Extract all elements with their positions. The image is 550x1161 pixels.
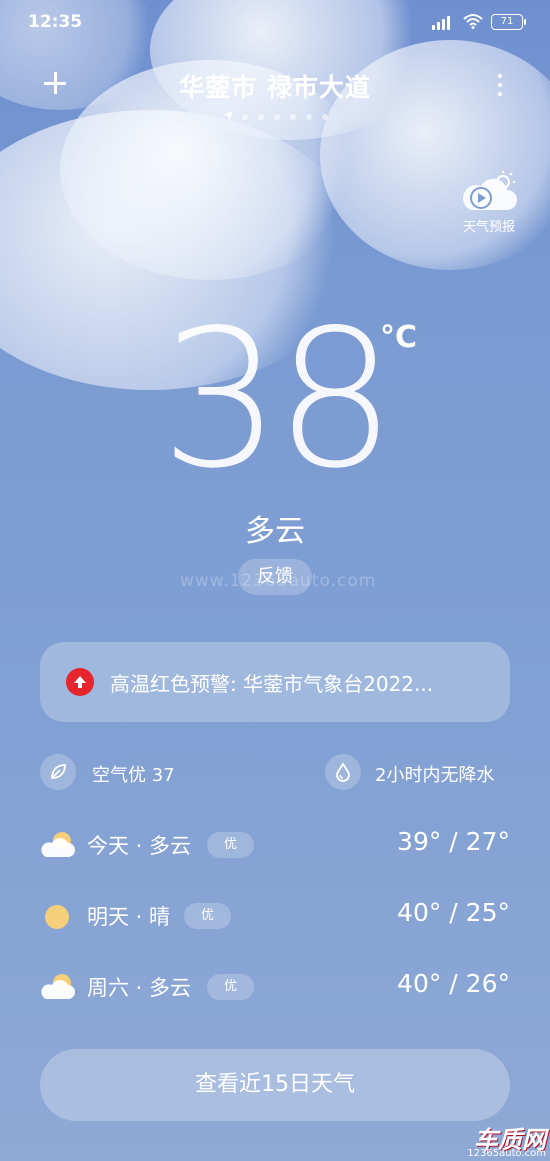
leaf-icon	[40, 754, 76, 790]
temperature-unit: °C	[380, 320, 418, 355]
weather-video-button[interactable]: 天气预报	[452, 170, 526, 240]
air-quality-badge: 优	[207, 974, 255, 1000]
air-quality-badge: 优	[207, 832, 255, 858]
clock: 12:35	[28, 12, 83, 32]
current-temperature: 38	[160, 289, 396, 510]
air-precip-row: 空气优 37 2小时内无降水	[40, 754, 510, 790]
air-quality-badge: 优	[184, 903, 232, 929]
more-menu-button[interactable]	[490, 72, 510, 100]
video-cloud-icon	[463, 171, 517, 210]
air-quality-label[interactable]: 空气优 37	[92, 761, 175, 787]
logo-sub: 12365auto.com	[467, 1148, 546, 1159]
location-title[interactable]: 华蓥市 禄市大道	[0, 68, 550, 104]
city-page-indicator	[222, 110, 342, 124]
sun-icon	[45, 905, 69, 929]
forecast-day-label: 周六 · 多云	[87, 976, 192, 1000]
signal-icon	[432, 14, 454, 30]
forecast-row-tomorrow[interactable]: 明天 · 晴 优 40° / 25°	[40, 898, 510, 934]
status-bar: 12:35 71	[0, 0, 550, 44]
forecast-day-label: 明天 · 晴	[87, 905, 171, 929]
current-condition: 多云	[245, 514, 305, 549]
forecast-row-saturday[interactable]: 周六 · 多云 优 40° / 26°	[40, 969, 510, 1005]
weather-video-label: 天气预报	[462, 220, 515, 235]
feedback-button[interactable]: 反馈	[238, 559, 312, 595]
alert-text: 高温红色预警: 华蓥市气象台2022...	[110, 672, 434, 696]
temperature-range: 40° / 25°	[397, 898, 510, 927]
partly-cloudy-icon	[41, 974, 75, 999]
alert-up-arrow-icon	[66, 668, 94, 696]
weather-alert-card[interactable]: 高温红色预警: 华蓥市气象台2022...	[40, 642, 510, 722]
forecast-row-today[interactable]: 今天 · 多云 优 39° / 27°	[40, 827, 510, 863]
temperature-range: 40° / 26°	[397, 969, 510, 998]
water-drop-icon	[325, 754, 361, 790]
view-15-day-button[interactable]: 查看近15日天气	[40, 1049, 510, 1121]
battery-icon: 71	[491, 14, 526, 30]
forecast-day-label: 今天 · 多云	[87, 834, 192, 858]
site-logo: 车质网 12365auto.com	[458, 1118, 550, 1161]
partly-cloudy-icon	[41, 832, 75, 857]
location-arrow-icon	[223, 111, 233, 121]
precipitation-label[interactable]: 2小时内无降水	[375, 761, 494, 787]
wifi-icon	[463, 14, 483, 29]
temperature-range: 39° / 27°	[397, 827, 510, 856]
